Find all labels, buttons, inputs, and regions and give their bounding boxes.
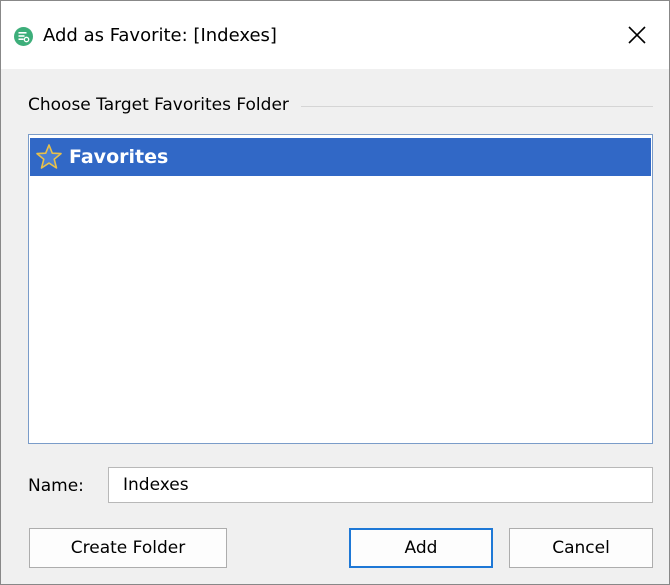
name-input[interactable] [108, 467, 653, 503]
app-logo-icon [14, 27, 33, 46]
window-title: Add as Favorite: [Indexes] [43, 25, 277, 46]
cancel-button[interactable]: Cancel [509, 528, 653, 568]
close-button[interactable] [605, 1, 669, 69]
name-label: Name: [28, 476, 84, 496]
tree-item-label: Favorites [69, 146, 169, 168]
tree-item-favorites[interactable]: Favorites [30, 138, 651, 176]
title-bar[interactable]: Add as Favorite: [Indexes] [1, 1, 669, 69]
group-separator [300, 105, 653, 107]
add-favorite-dialog: Add as Favorite: [Indexes] Choose Target… [0, 0, 670, 585]
group-label: Choose Target Favorites Folder [28, 95, 289, 115]
create-folder-button[interactable]: Create Folder [29, 528, 227, 568]
close-icon [628, 26, 646, 44]
add-button[interactable]: Add [349, 528, 493, 568]
favorites-folder-tree[interactable]: Favorites [28, 134, 653, 444]
target-folder-group: Choose Target Favorites Folder [28, 93, 653, 117]
star-icon [36, 144, 62, 169]
